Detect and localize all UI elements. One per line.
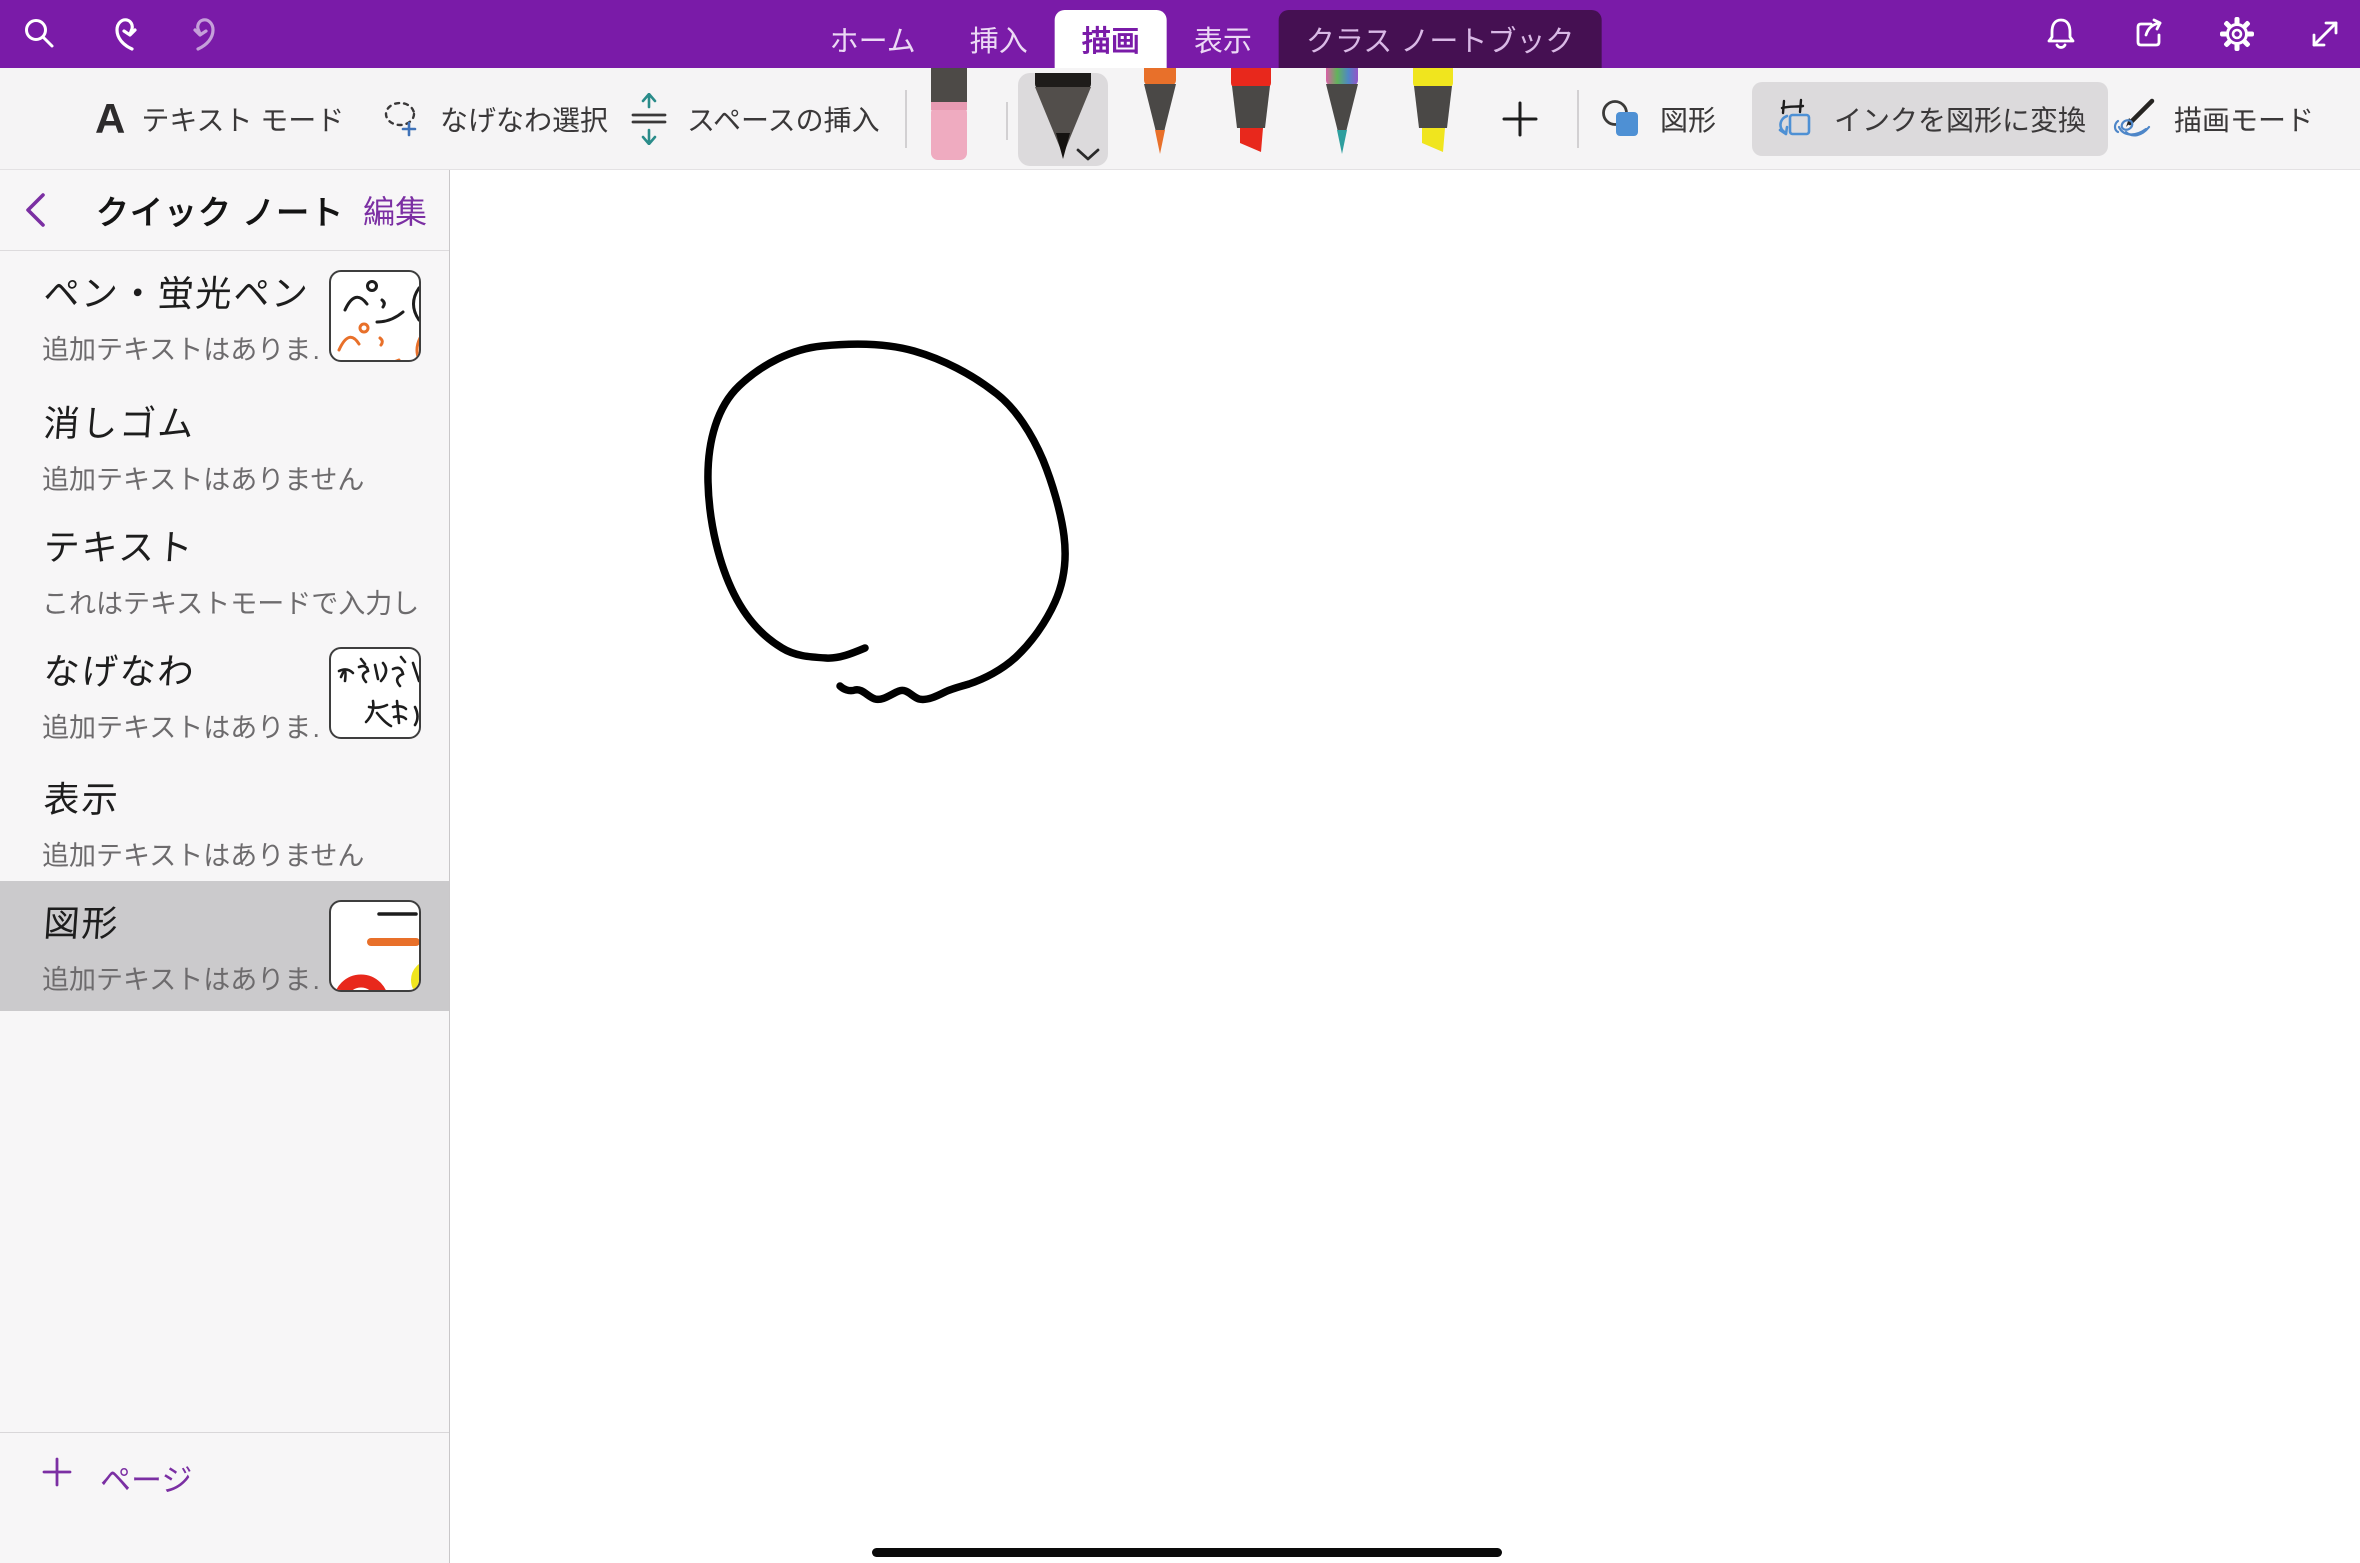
text-mode-label: テキスト モード (141, 99, 344, 139)
plus-icon (1500, 99, 1540, 139)
page-item-pen-highlighter[interactable]: ペン・蛍光ペン 追加テキストはありま… (0, 251, 449, 381)
red-highlighter-icon (1228, 68, 1274, 170)
page-item-view[interactable]: 表示 追加テキストはありません (0, 757, 449, 881)
search-button[interactable] (18, 13, 60, 55)
pen-rainbow[interactable] (1319, 68, 1365, 170)
fullscreen-button[interactable] (2304, 13, 2346, 55)
toolbar-divider (1577, 90, 1579, 148)
page-thumbnail (329, 900, 421, 992)
thumbnail-ink-strokes (331, 649, 421, 739)
ink-to-shape-button[interactable]: インクを図形に変換 (1752, 82, 2108, 156)
ink-stroke-circle (708, 344, 1065, 699)
highlighter-red[interactable] (1228, 68, 1274, 170)
shapes-label: 図形 (1660, 99, 1716, 139)
undo-icon (101, 12, 145, 56)
onenote-app: ホーム 挿入 描画 表示 クラス ノートブック (0, 0, 2360, 1563)
pen-orange[interactable] (1137, 68, 1183, 170)
draw-toolbar: A テキスト モード なげなわ選択 スペースの挿入 (0, 68, 2360, 170)
redo-button[interactable] (186, 13, 228, 55)
page-list: ペン・蛍光ペン 追加テキストはありま… (0, 251, 449, 1011)
highlighter-yellow[interactable] (1410, 68, 1456, 170)
lasso-label: なげなわ選択 (440, 99, 608, 139)
shapes-icon (1600, 97, 1644, 141)
page-title: なげなわ (42, 643, 323, 695)
page-subtitle: これはテキストモードで入力し… (42, 582, 419, 621)
pen-black-selected[interactable] (1018, 73, 1108, 166)
insert-space-button[interactable]: スペースの挿入 (627, 68, 880, 170)
page-subtitle: 追加テキストはありま… (42, 958, 319, 997)
lasso-select-button[interactable]: なげなわ選択 (380, 68, 608, 170)
text-mode-icon: A (95, 95, 125, 143)
rainbow-pen-icon (1319, 68, 1365, 170)
search-icon (19, 14, 59, 54)
page-title: 図形 (42, 895, 323, 947)
insert-space-label: スペースの挿入 (687, 99, 880, 139)
page-thumbnail (329, 270, 421, 362)
chevron-left-icon (22, 191, 48, 229)
chevron-down-icon (1075, 148, 1101, 161)
tab-draw[interactable]: 描画 (1055, 10, 1167, 68)
settings-button[interactable] (2216, 13, 2258, 55)
shapes-button[interactable]: 図形 (1600, 68, 1716, 170)
expand-icon (2305, 14, 2345, 54)
notebook-title: クイック ノート (96, 186, 344, 234)
eraser-tool[interactable] (928, 68, 970, 170)
page-item-eraser[interactable]: 消しゴム 追加テキストはありません (0, 381, 449, 505)
page-item-lasso[interactable]: なげなわ 追加テキストはありま… (0, 629, 449, 757)
undo-button[interactable] (102, 13, 144, 55)
redo-icon (185, 12, 229, 56)
page-subtitle: 追加テキストはありま… (42, 328, 319, 367)
page-sidebar: クイック ノート 編集 ペン・蛍光ペン 追加テキストはありま… (0, 170, 450, 1563)
page-subtitle: 追加テキストはありません (42, 458, 419, 497)
ink-to-shape-label: インクを図形に変換 (1834, 99, 2086, 139)
toolbar-divider (905, 90, 907, 148)
topbar-left-group (18, 0, 228, 68)
draw-mode-label: 描画モード (2174, 99, 2314, 139)
page-title: ペン・蛍光ペン (42, 265, 323, 317)
tab-home[interactable]: ホーム (803, 10, 943, 68)
tab-insert[interactable]: 挿入 (943, 10, 1055, 68)
page-item-shapes[interactable]: 図形 追加テキストはありま… (0, 881, 449, 1011)
insert-space-icon (627, 93, 671, 145)
gear-icon (2217, 14, 2257, 54)
drawing-canvas[interactable] (451, 170, 2360, 1563)
page-title: 消しゴム (42, 395, 423, 447)
ribbon-tabs: ホーム 挿入 描画 表示 クラス ノートブック (803, 10, 1602, 68)
page-title: 表示 (42, 771, 423, 823)
sidebar-header: クイック ノート 編集 (0, 170, 449, 251)
page-thumbnail (329, 647, 421, 739)
eraser-icon (928, 68, 970, 166)
draw-mode-button[interactable]: 描画モード (2110, 68, 2314, 170)
topbar-right-group (2040, 0, 2346, 68)
lasso-icon (380, 97, 424, 141)
notifications-button[interactable] (2040, 13, 2082, 55)
share-button[interactable] (2128, 13, 2170, 55)
yellow-highlighter-icon (1410, 68, 1456, 170)
home-indicator[interactable] (872, 1548, 1502, 1557)
share-icon (2129, 14, 2169, 54)
add-pen-button[interactable] (1500, 68, 1540, 170)
bell-icon (2041, 14, 2081, 54)
text-mode-button[interactable]: A テキスト モード (95, 68, 344, 170)
page-subtitle: 追加テキストはありません (42, 834, 419, 873)
sidebar-back-button[interactable] (22, 188, 62, 232)
orange-pen-icon (1137, 68, 1183, 170)
tab-view[interactable]: 表示 (1167, 10, 1279, 68)
draw-mode-icon (2110, 95, 2158, 143)
thumbnail-ink-strokes (331, 902, 421, 992)
thumbnail-ink-strokes (331, 272, 421, 362)
tab-class-notebook[interactable]: クラス ノートブック (1279, 10, 1601, 68)
page-subtitle: 追加テキストはありま… (42, 706, 319, 745)
page-title: テキスト (42, 519, 423, 571)
add-page-label: ページ (100, 1455, 192, 1500)
edit-button[interactable]: 編集 (363, 187, 427, 233)
top-bar: ホーム 挿入 描画 表示 クラス ノートブック (0, 0, 2360, 68)
page-item-text[interactable]: テキスト これはテキストモードで入力し… (0, 505, 449, 629)
toolbar-divider (1006, 102, 1008, 140)
ink-layer (451, 170, 2360, 1563)
ink-to-shape-icon (1774, 97, 1818, 141)
plus-icon (40, 1455, 74, 1489)
add-page-button[interactable]: ページ (0, 1432, 449, 1563)
